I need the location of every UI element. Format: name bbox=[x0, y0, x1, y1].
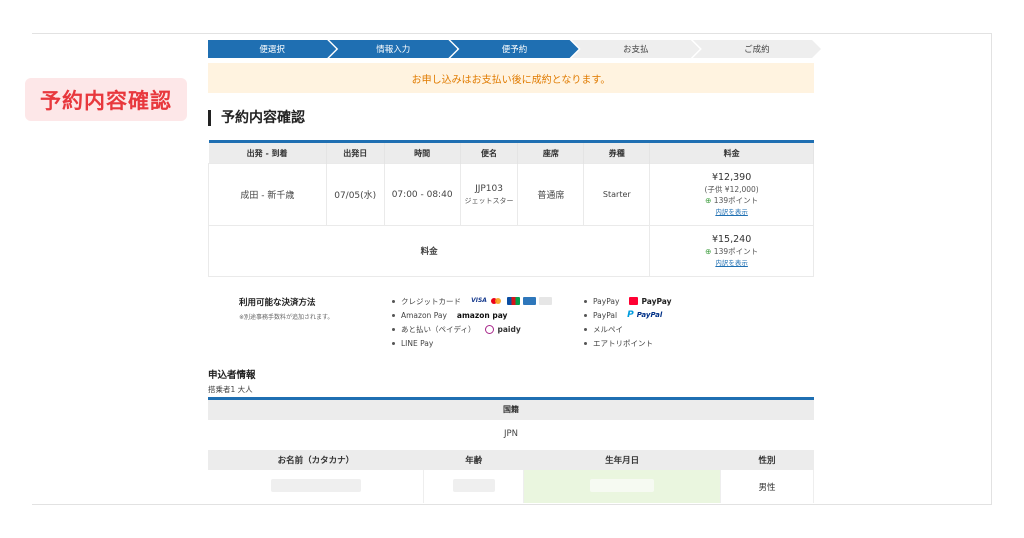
step-info-input: 情報入力 bbox=[329, 40, 457, 58]
bullet-icon bbox=[584, 341, 587, 345]
col-fare-type: 券種 bbox=[583, 141, 651, 164]
route-cell: 成田 - 新千歳 bbox=[208, 163, 327, 226]
payment-column-2: PayPay PayPay PayPal P PayPal メルペイ エアトリポ… bbox=[584, 294, 671, 350]
total-points-line: ⊕ 139ポイント bbox=[705, 247, 759, 256]
badge-label: 予約内容確認 bbox=[40, 88, 172, 113]
points-line: ⊕ 139ポイント bbox=[705, 196, 759, 205]
paypay-logo: PayPay bbox=[629, 297, 671, 306]
birthdate-value-redacted bbox=[523, 470, 722, 503]
amex-logo-icon bbox=[523, 297, 536, 305]
price-value: ¥12,390 bbox=[711, 172, 752, 183]
paidy-logo: paidy bbox=[485, 324, 521, 334]
paypal-logo: P PayPal bbox=[627, 310, 663, 320]
notice-text: お申し込みはお支払い後に成約となります。 bbox=[411, 74, 611, 86]
step-complete: ご成約 bbox=[693, 40, 821, 58]
list-item: クレジットカード VISA bbox=[392, 294, 552, 308]
list-item: Amazon Pay amazon pay bbox=[392, 308, 552, 322]
child-price: (子供 ¥12,000) bbox=[704, 185, 759, 194]
visa-logo-icon: VISA bbox=[471, 297, 487, 305]
booking-header-row: 出発 - 到着 出発日 時間 便名 座席 券種 料金 bbox=[208, 141, 814, 164]
list-item: エアトリポイント bbox=[584, 336, 671, 350]
paypay-logo-icon bbox=[629, 297, 639, 305]
total-detail-link[interactable]: 内訳を表示 bbox=[715, 258, 748, 269]
points-icon: ⊕ bbox=[705, 247, 712, 256]
passenger-name-table: お名前（カタカナ） 年齢 生年月日 性別 男性 bbox=[208, 450, 814, 503]
name-value-redacted bbox=[208, 470, 425, 503]
bullet-icon bbox=[392, 327, 395, 331]
col-flight: 便名 bbox=[460, 141, 519, 164]
date-cell: 07/05(水) bbox=[325, 163, 385, 226]
progress-steps: 便選択 情報入力 便予約 お支払 ご成約 bbox=[208, 40, 814, 58]
list-item: PayPal P PayPal bbox=[584, 308, 671, 322]
bullet-icon bbox=[584, 299, 587, 303]
step-payment: お支払 bbox=[572, 40, 700, 58]
fare-type-cell: Starter bbox=[583, 163, 651, 226]
bullet-icon bbox=[584, 313, 587, 317]
bullet-icon bbox=[392, 341, 395, 345]
price-cell: ¥12,390 (子供 ¥12,000) ⊕ 139ポイント 内訳を表示 bbox=[649, 163, 814, 226]
payment-note: ※別途事務手数料が追加されます。 bbox=[239, 314, 334, 321]
nationality-header: 国籍 bbox=[208, 398, 814, 420]
page-badge: 予約内容確認 bbox=[25, 78, 187, 121]
step-flight-booking: 便予約 bbox=[450, 40, 578, 58]
total-price: ¥15,240 bbox=[711, 234, 752, 245]
list-item: LINE Pay bbox=[392, 336, 552, 350]
col-route: 出発 - 到着 bbox=[208, 141, 327, 164]
paypal-logo-icon: P bbox=[627, 310, 634, 320]
list-item: あと払い（ペイディ） paidy bbox=[392, 322, 552, 336]
col-seat: 座席 bbox=[517, 141, 585, 164]
age-value-redacted bbox=[423, 470, 525, 503]
booking-table: 出発 - 到着 出発日 時間 便名 座席 券種 料金 成田 - 新千歳 07/0… bbox=[207, 140, 814, 277]
card-logos: VISA bbox=[471, 297, 552, 305]
payment-column-1: クレジットカード VISA Amazon Pay amazon pay あと払い… bbox=[392, 294, 552, 350]
mastercard-logo-icon bbox=[490, 297, 504, 305]
list-item: メルペイ bbox=[584, 322, 671, 336]
diners-logo-icon bbox=[539, 297, 552, 305]
table-row-total: 料金 ¥15,240 ⊕ 139ポイント 内訳を表示 bbox=[207, 225, 814, 277]
flight-cell: JJP103 ジェットスター bbox=[459, 163, 519, 226]
seat-cell: 普通席 bbox=[517, 163, 585, 226]
name-header: お名前（カタカナ） bbox=[208, 450, 424, 470]
flight-brand: ジェットスター bbox=[464, 196, 514, 205]
gender-value: 男性 bbox=[720, 470, 814, 503]
passenger-label: 搭乗者1 大人 bbox=[208, 385, 253, 394]
points-icon: ⊕ bbox=[705, 196, 712, 205]
applicant-title: 申込者情報 bbox=[208, 370, 256, 381]
list-item: PayPay PayPay bbox=[584, 294, 671, 308]
table-row: 成田 - 新千歳 07/05(水) 07:00 - 08:40 JJP103 ジ… bbox=[208, 163, 814, 226]
payment-methods: 利用可能な決済方法 ※別途事務手数料が追加されます。 クレジットカード VISA… bbox=[208, 292, 814, 352]
total-label: 料金 bbox=[207, 225, 651, 277]
col-time: 時間 bbox=[384, 141, 461, 164]
bullet-icon bbox=[584, 327, 587, 331]
col-price: 料金 bbox=[649, 141, 814, 164]
time-cell: 07:00 - 08:40 bbox=[383, 163, 461, 226]
paidy-logo-icon bbox=[485, 324, 495, 334]
bullet-icon bbox=[392, 313, 395, 317]
col-date: 出発日 bbox=[326, 141, 385, 164]
jcb-logo-icon bbox=[507, 297, 520, 305]
detail-link[interactable]: 内訳を表示 bbox=[715, 207, 748, 218]
birthdate-header: 生年月日 bbox=[523, 450, 721, 470]
gender-header: 性別 bbox=[720, 450, 814, 470]
total-price-cell: ¥15,240 ⊕ 139ポイント 内訳を表示 bbox=[649, 225, 814, 277]
amazon-pay-logo-icon: amazon pay bbox=[456, 310, 508, 320]
age-header: 年齢 bbox=[423, 450, 524, 470]
step-flight-select: 便選択 bbox=[208, 40, 336, 58]
payment-title: 利用可能な決済方法 bbox=[239, 298, 316, 308]
section-title: 予約内容確認 bbox=[208, 110, 305, 126]
bullet-icon bbox=[392, 299, 395, 303]
notice-banner: お申し込みはお支払い後に成約となります。 bbox=[208, 63, 814, 93]
nationality-value: JPN bbox=[504, 429, 518, 439]
flight-number: JJP103 bbox=[475, 183, 503, 194]
nationality-table: 国籍 JPN bbox=[208, 397, 814, 449]
